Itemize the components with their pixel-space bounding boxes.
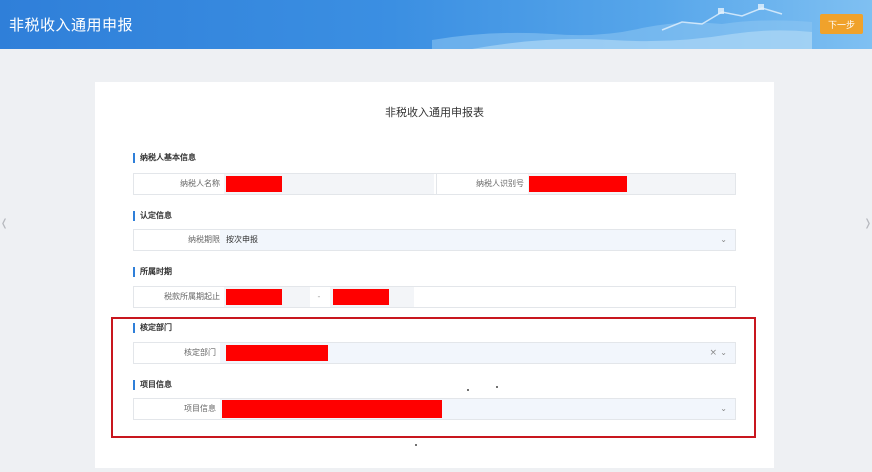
section-taxpayer-info: 纳税人基本信息	[133, 153, 196, 163]
project-info-label: 项目信息	[184, 404, 216, 413]
taxpayer-id-field	[528, 174, 735, 194]
stray-dot	[467, 389, 469, 391]
section-period: 所属时期	[133, 267, 172, 277]
tax-period-label: 纳税期限	[188, 235, 220, 244]
taxpayer-name-field	[224, 174, 434, 194]
tax-period-range-label: 税款所属期起止	[164, 292, 220, 301]
taxpayer-name-label: 纳税人名称	[180, 179, 220, 188]
taxpayer-info-row: 纳税人名称 纳税人识别号	[133, 173, 736, 195]
great-wall-banner-icon	[432, 4, 812, 49]
stray-dot	[496, 386, 498, 388]
clear-icon[interactable]: ×	[709, 343, 717, 363]
redaction-block	[529, 176, 627, 192]
verify-dept-label: 核定部门	[184, 348, 216, 357]
chevron-left-icon[interactable]: ❬	[0, 218, 8, 229]
chevron-down-icon[interactable]: ⌄	[720, 230, 727, 250]
project-info-row: 项目信息 ⌄	[133, 398, 736, 420]
chevron-down-icon[interactable]: ⌄	[720, 343, 727, 363]
period-end-field[interactable]	[330, 287, 414, 307]
next-step-button[interactable]: 下一步	[820, 14, 863, 34]
project-info-select[interactable]: ⌄	[220, 399, 735, 419]
tax-period-select[interactable]: 按次申报 ⌄	[220, 230, 735, 250]
tax-period-range-row: 税款所属期起止 -	[133, 286, 736, 308]
tax-period-row: 纳税期限 按次申报 ⌄	[133, 229, 736, 251]
chevron-down-icon[interactable]: ⌄	[720, 399, 727, 419]
tax-period-value: 按次申报	[226, 235, 258, 244]
verify-dept-row: 核定部门 × ⌄	[133, 342, 736, 364]
redaction-block	[226, 345, 328, 361]
section-verify-dept: 核定部门	[133, 323, 172, 333]
range-separator: -	[317, 292, 321, 301]
page-title: 非税收入通用申报	[9, 16, 134, 34]
verify-dept-select[interactable]: × ⌄	[220, 343, 735, 363]
taxpayer-id-label: 纳税人识别号	[436, 174, 524, 194]
section-recognition-info: 认定信息	[133, 211, 172, 221]
redaction-block	[222, 400, 442, 418]
redaction-block	[333, 289, 389, 305]
chevron-right-icon[interactable]: ❭	[864, 218, 872, 229]
top-header: 非税收入通用申报 下一步	[0, 0, 872, 49]
stray-dot	[415, 444, 417, 446]
section-project-info: 项目信息	[133, 380, 172, 390]
period-start-field[interactable]	[224, 287, 310, 307]
form-title: 非税收入通用申报表	[385, 106, 484, 119]
redaction-block	[226, 176, 282, 192]
redaction-block	[226, 289, 282, 305]
